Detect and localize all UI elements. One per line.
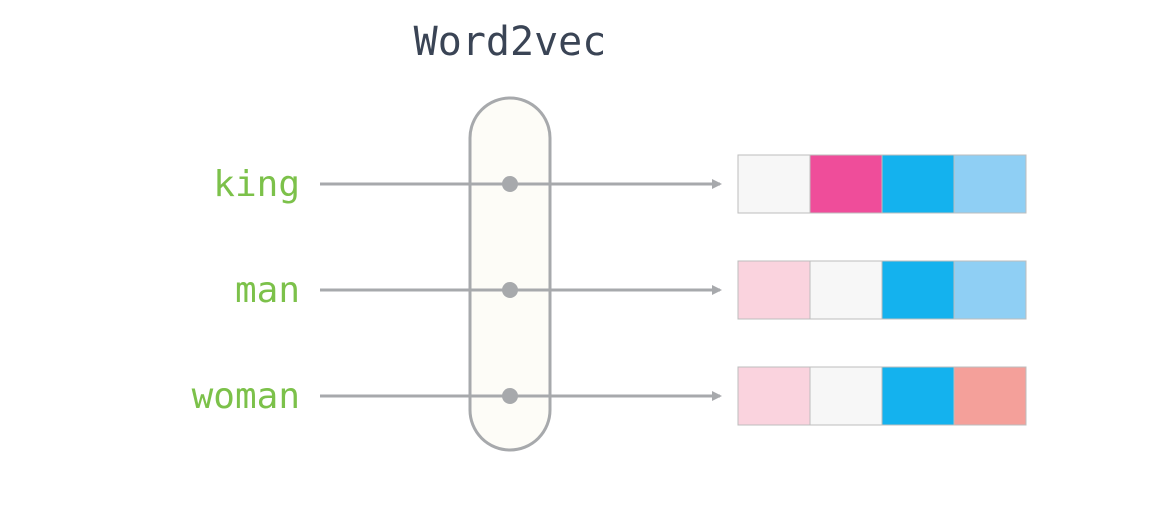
vector-cell (738, 261, 810, 319)
vector-cell (810, 155, 882, 213)
vector-cell (810, 367, 882, 425)
vector-cell (954, 367, 1026, 425)
vector-cell (954, 261, 1026, 319)
node-dot (502, 176, 518, 192)
input-word: king (213, 164, 300, 205)
word2vec-diagram: Word2vec king man woman (0, 0, 1176, 522)
vector-cell (882, 155, 954, 213)
vector-cell (810, 261, 882, 319)
input-word: man (235, 270, 300, 311)
input-word: woman (192, 376, 300, 417)
embedding-vector (738, 261, 1026, 319)
node-dot (502, 282, 518, 298)
embedding-vector (738, 155, 1026, 213)
vector-cell (738, 155, 810, 213)
embedding-vector (738, 367, 1026, 425)
diagram-title: Word2vec (414, 19, 607, 65)
node-dot (502, 388, 518, 404)
vector-cell (954, 155, 1026, 213)
vector-cell (882, 261, 954, 319)
vector-cell (882, 367, 954, 425)
vector-cell (738, 367, 810, 425)
